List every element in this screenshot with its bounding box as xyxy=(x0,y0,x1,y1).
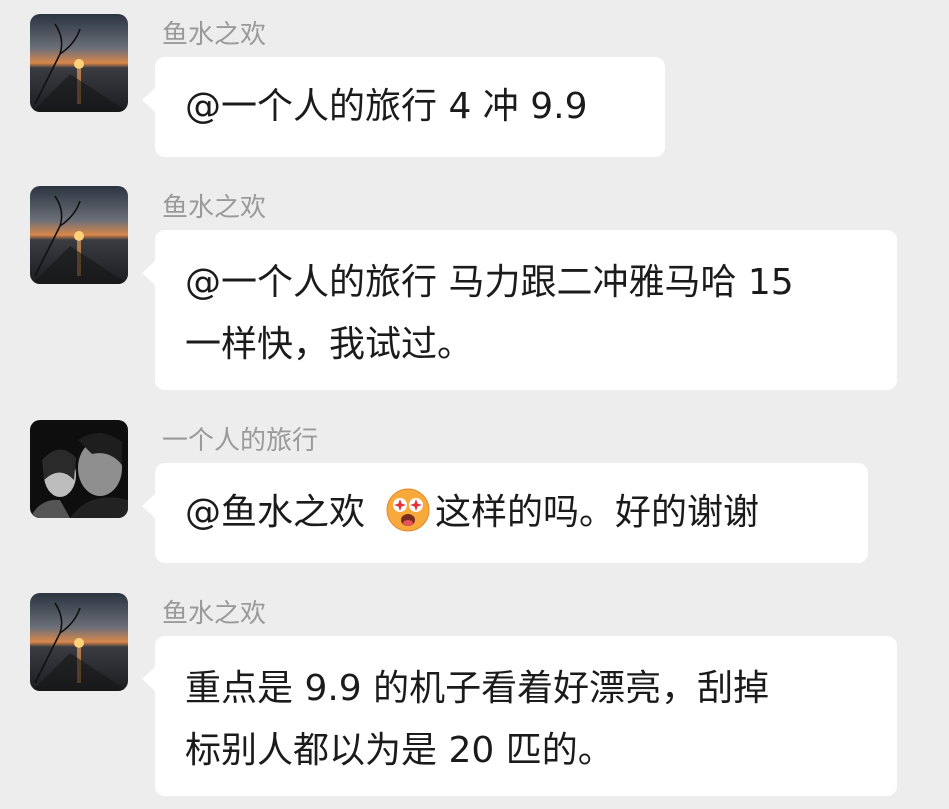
message-text: 这样的吗。好的谢谢 xyxy=(435,492,760,533)
message-text: 重点是 9.9 的机子看着好漂亮，刮掉 xyxy=(185,668,770,709)
sender-avatar[interactable] xyxy=(30,186,128,284)
message-text: @一个人的旅行 马力跟二冲雅马哈 15 xyxy=(185,262,794,303)
message-text: 一样快，我试过。 xyxy=(185,324,474,365)
sunset-avatar-image xyxy=(30,14,128,112)
sender-name: 鱼水之欢 xyxy=(162,599,267,629)
message-bubble[interactable]: 重点是 9.9 的机子看着好漂亮，刮掉 标别人都以为是 20 匹的。 xyxy=(142,636,897,796)
sender-avatar[interactable] xyxy=(30,14,128,112)
message-text-row: @鱼水之欢 这样的吗。好的谢谢 xyxy=(185,485,838,541)
sender-name: 鱼水之欢 xyxy=(162,20,267,50)
message-bubble[interactable]: @鱼水之欢 这样的吗。好的谢谢 xyxy=(142,463,868,563)
message-text: 标别人都以为是 20 匹的。 xyxy=(185,730,614,771)
message-text: @一个人的旅行 4 冲 9.9 xyxy=(185,86,588,127)
sunset-avatar-image xyxy=(30,593,128,691)
sender-name: 一个人的旅行 xyxy=(162,426,319,456)
message-bubble[interactable]: @一个人的旅行 4 冲 9.9 xyxy=(142,57,665,157)
sunset-avatar-image xyxy=(30,186,128,284)
sender-avatar[interactable] xyxy=(30,420,128,518)
mention-text[interactable]: @鱼水之欢 xyxy=(185,492,365,533)
message-bubble[interactable]: @一个人的旅行 马力跟二冲雅马哈 15 一样快，我试过。 xyxy=(142,230,897,390)
astonished-face-emoji xyxy=(385,487,431,533)
sender-avatar[interactable] xyxy=(30,593,128,691)
sender-name: 鱼水之欢 xyxy=(162,193,267,223)
portrait-avatar-image xyxy=(30,420,128,518)
